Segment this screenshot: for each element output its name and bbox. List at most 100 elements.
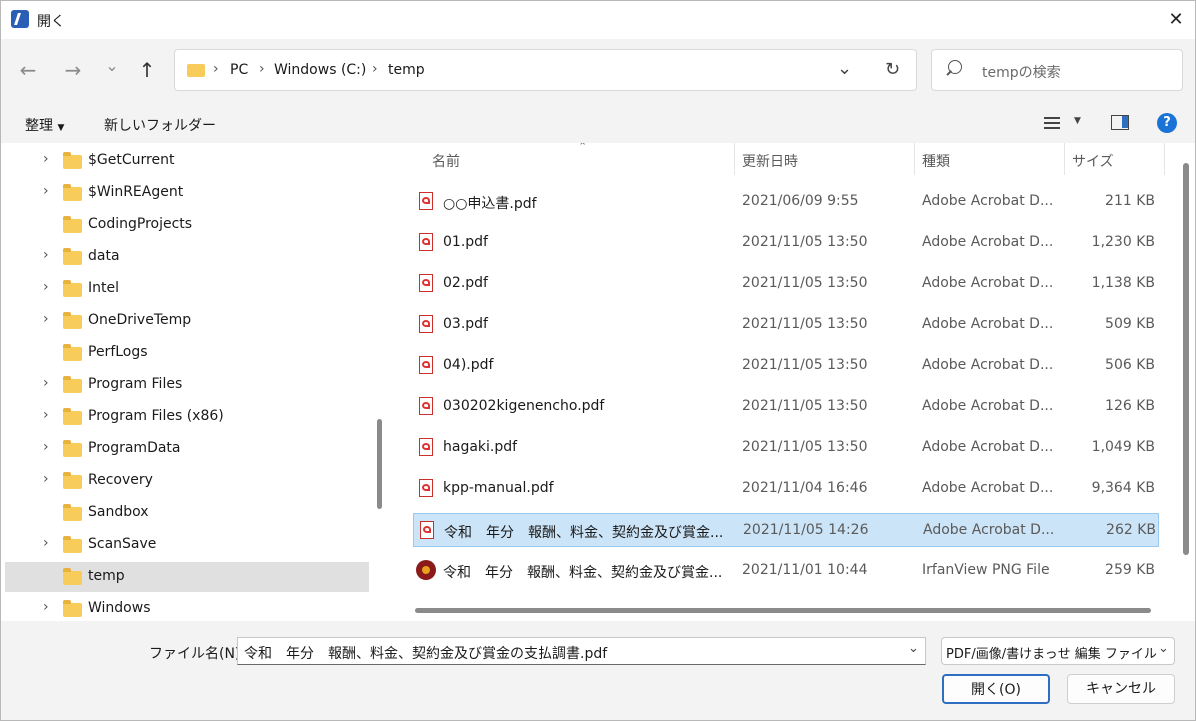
sidebar-item[interactable]: › Program Files <box>5 370 369 400</box>
file-type: Adobe Acrobat D... <box>922 357 1054 373</box>
filename-value: 令和 年分 報酬、料金、契約金及び賞金の支払調書.pdf <box>244 646 608 662</box>
file-list-scrollbar[interactable] <box>1183 163 1189 555</box>
address-bar[interactable]: › PC › Windows (C:) › temp ⌄ ↻ <box>174 49 917 91</box>
column-header-size[interactable]: サイズ <box>1072 151 1114 171</box>
horizontal-scrollbar[interactable] <box>415 608 1151 613</box>
pdf-icon <box>419 192 433 210</box>
file-name: hagaki.pdf <box>443 439 518 455</box>
sidebar-item[interactable]: › $GetCurrent <box>5 146 369 176</box>
chevron-right-icon[interactable]: › <box>43 183 49 199</box>
file-size: 506 KB <box>1105 357 1155 373</box>
file-type: Adobe Acrobat D... <box>922 193 1054 209</box>
chevron-right-icon[interactable]: › <box>43 375 49 391</box>
file-type-value: PDF/画像/書けまっせ 編集 ファイル <box>946 647 1157 662</box>
file-type: Adobe Acrobat D... <box>922 480 1054 496</box>
chevron-right-icon[interactable]: › <box>43 247 49 263</box>
sidebar-item[interactable]: CodingProjects <box>5 210 369 240</box>
png-icon <box>416 560 436 580</box>
file-type: Adobe Acrobat D... <box>922 316 1054 332</box>
sidebar-item-label: ProgramData <box>88 440 181 456</box>
cancel-button[interactable]: キャンセル <box>1067 674 1175 704</box>
file-row[interactable]: kpp-manual.pdf 2021/11/04 16:46 Adobe Acro… <box>413 472 1159 506</box>
file-row[interactable]: 令和 年分 報酬、料金、契約金及び賞金... 2021/11/01 10:44 Ir… <box>413 554 1159 588</box>
organize-button[interactable]: 整理 ▼ <box>25 115 64 135</box>
chevron-right-icon: › <box>372 61 378 77</box>
file-date: 2021/11/05 14:26 <box>743 522 869 538</box>
file-name: 03.pdf <box>443 316 488 332</box>
file-row[interactable]: 令和 年分 報酬、料金、契約金及び賞金... 2021/11/05 14:26 Ad… <box>413 513 1159 547</box>
file-row[interactable]: ○○申込書.pdf 2021/06/09 9:55 Adobe Acrobat D.… <box>413 185 1159 219</box>
sidebar-item-label: $WinREAgent <box>88 184 184 200</box>
caret-down-icon[interactable]: ▼ <box>1074 116 1081 126</box>
chevron-right-icon[interactable]: › <box>43 599 49 615</box>
column-header-name[interactable]: 名前 <box>432 151 460 171</box>
sidebar-item[interactable]: › Recovery <box>5 466 369 496</box>
file-row[interactable]: 03.pdf 2021/11/05 13:50 Adobe Acrobat D...… <box>413 308 1159 342</box>
column-header-date[interactable]: 更新日時 <box>742 151 798 171</box>
recent-locations-icon[interactable]: ⌄ <box>97 51 127 81</box>
view-options-icon[interactable] <box>1044 117 1060 129</box>
file-list: ⌃ 名前 更新日時 種類 サイズ ○○申込書.pdf 2021/06/09 9:5… <box>395 143 1195 621</box>
sidebar-item[interactable]: › ProgramData <box>5 434 369 464</box>
help-icon[interactable]: ? <box>1157 113 1177 133</box>
new-folder-button[interactable]: 新しいフォルダー <box>104 115 216 135</box>
sidebar-item[interactable]: › $WinREAgent <box>5 178 369 208</box>
chevron-right-icon[interactable]: › <box>43 407 49 423</box>
sidebar-item[interactable]: › Intel <box>5 274 369 304</box>
chevron-right-icon[interactable]: › <box>43 471 49 487</box>
sidebar-item-label: PerfLogs <box>88 344 148 360</box>
file-row[interactable]: 04).pdf 2021/11/05 13:50 Adobe Acrobat D..… <box>413 349 1159 383</box>
file-size: 1,049 KB <box>1091 439 1155 455</box>
file-type-filter[interactable]: PDF/画像/書けまっせ 編集 ファイル ⌄ <box>941 637 1175 665</box>
sidebar-item[interactable]: Sandbox <box>5 498 369 528</box>
column-header-type[interactable]: 種類 <box>922 151 950 171</box>
chevron-down-icon[interactable]: ⌄ <box>908 641 919 656</box>
breadcrumb-pc[interactable]: PC <box>230 62 248 78</box>
chevron-right-icon[interactable]: › <box>43 311 49 327</box>
folder-icon <box>63 248 82 265</box>
sidebar-item[interactable]: › Program Files (x86) <box>5 402 369 432</box>
sidebar-item[interactable]: PerfLogs <box>5 338 369 368</box>
file-row[interactable]: 01.pdf 2021/11/05 13:50 Adobe Acrobat D...… <box>413 226 1159 260</box>
back-arrow-icon[interactable]: ← <box>13 55 43 85</box>
preview-pane-icon[interactable] <box>1111 115 1129 130</box>
file-type: Adobe Acrobat D... <box>922 439 1054 455</box>
footer-bar <box>1 621 1195 720</box>
pdf-icon <box>419 356 433 374</box>
folder-icon <box>63 216 82 233</box>
file-row[interactable]: hagaki.pdf 2021/11/05 13:50 Adobe Acrobat … <box>413 431 1159 465</box>
file-size: 262 KB <box>1106 522 1156 538</box>
chevron-down-icon[interactable]: ⌄ <box>837 58 852 79</box>
sidebar-item[interactable]: › OneDriveTemp <box>5 306 369 336</box>
chevron-right-icon[interactable]: › <box>43 279 49 295</box>
refresh-icon[interactable]: ↻ <box>885 59 900 80</box>
sidebar-item[interactable]: › data <box>5 242 369 272</box>
up-arrow-icon[interactable]: ↑ <box>132 55 162 85</box>
sidebar-item-label: ScanSave <box>88 536 157 552</box>
sidebar-item[interactable]: › ScanSave <box>5 530 369 560</box>
close-icon[interactable]: ✕ <box>1163 7 1189 33</box>
breadcrumb-temp[interactable]: temp <box>388 62 425 78</box>
sidebar-item-label: Windows <box>88 600 151 616</box>
file-row[interactable]: 02.pdf 2021/11/05 13:50 Adobe Acrobat D...… <box>413 267 1159 301</box>
file-date: 2021/11/04 16:46 <box>742 480 868 496</box>
forward-arrow-icon[interactable]: → <box>58 55 88 85</box>
breadcrumb-drive[interactable]: Windows (C:) <box>274 62 366 78</box>
sidebar-item-label: Sandbox <box>88 504 149 520</box>
sidebar-item[interactable]: temp <box>5 562 369 592</box>
filename-label: ファイル名(N): <box>149 646 246 662</box>
folder-icon <box>63 376 82 393</box>
folder-icon <box>63 536 82 553</box>
chevron-right-icon[interactable]: › <box>43 439 49 455</box>
chevron-right-icon[interactable]: › <box>43 151 49 167</box>
sidebar-scrollbar[interactable] <box>377 419 382 509</box>
open-button[interactable]: 開く(O) <box>942 674 1050 704</box>
chevron-right-icon[interactable]: › <box>43 535 49 551</box>
file-name: 02.pdf <box>443 275 488 291</box>
search-box[interactable]: tempの検索 <box>931 49 1183 91</box>
filename-input[interactable]: 令和 年分 報酬、料金、契約金及び賞金の支払調書.pdf ⌄ <box>237 637 926 665</box>
command-bar: 整理 ▼ 新しいフォルダー ▼ ? <box>1 103 1195 143</box>
sidebar-item[interactable]: › Windows <box>5 594 369 621</box>
pdf-icon <box>419 274 433 292</box>
file-row[interactable]: 030202kigenencho.pdf 2021/11/05 13:50 Adob… <box>413 390 1159 424</box>
